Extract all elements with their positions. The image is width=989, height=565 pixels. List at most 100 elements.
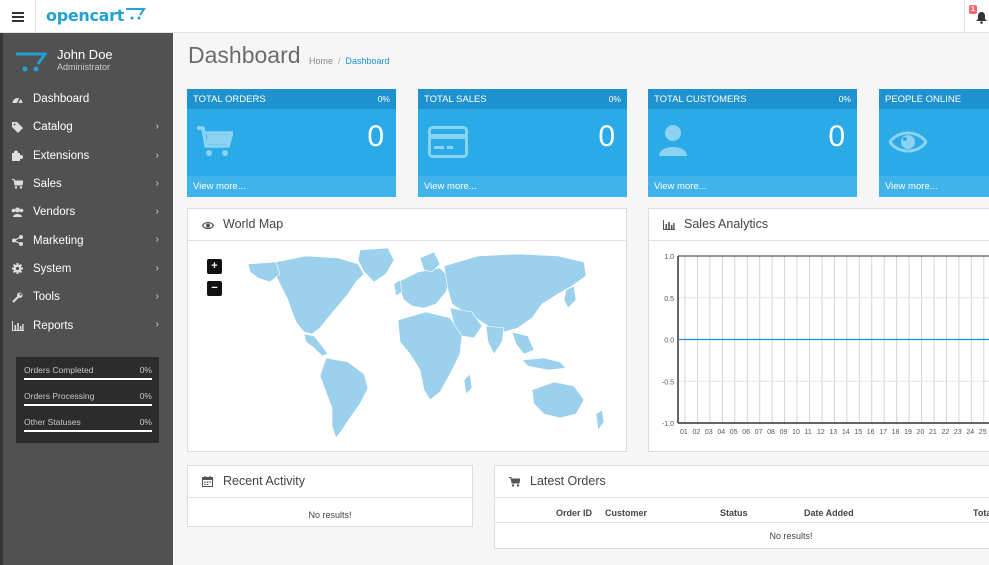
map-region-europe: [397, 267, 451, 309]
no-results-message: No results!: [769, 531, 813, 541]
column-header-order-id[interactable]: Order ID: [556, 508, 592, 518]
users-icon: [11, 207, 24, 218]
menu-label: Reports: [33, 319, 74, 332]
notifications-button[interactable]: 1: [964, 0, 989, 33]
tile-footer: View more...: [418, 176, 627, 197]
user-profile[interactable]: John Doe Administrator: [3, 33, 173, 85]
map-region-north-america: [275, 255, 365, 335]
puzzle-icon: [11, 150, 24, 162]
breadcrumb-home[interactable]: Home: [309, 56, 333, 66]
tile-heading: TOTAL ORDERS 0%: [187, 89, 396, 109]
map-region-new-zealand: [595, 409, 605, 431]
cog-icon: [11, 263, 24, 275]
tile-body: 0: [648, 109, 857, 176]
x-tick-label: 02: [692, 429, 700, 436]
tile-footer: View more...: [187, 176, 396, 197]
panel-title: World Map: [223, 217, 284, 231]
order-status-summary: Orders Completed 0% Orders Processing 0%…: [16, 357, 159, 443]
tile-body: 0: [418, 109, 627, 176]
map-region-alaska: [247, 261, 281, 283]
credit-card-icon: [428, 126, 468, 158]
chevron-right-icon: ›: [155, 319, 159, 331]
menu-label: Marketing: [33, 234, 84, 247]
main-menu: Dashboard Catalog › Extensions › Sales ›: [3, 85, 173, 340]
table-divider: [495, 522, 989, 523]
notification-badge: 1: [969, 5, 977, 14]
view-more-link[interactable]: View more...: [654, 181, 707, 192]
top-header: opencart 1: [0, 0, 989, 33]
x-tick-label: 25: [979, 429, 987, 436]
x-tick-label: 19: [904, 429, 912, 436]
tile-percent: 0%: [838, 94, 851, 104]
menu-item-sales[interactable]: Sales ›: [3, 170, 173, 198]
tile-value: 0: [828, 120, 845, 153]
view-more-link[interactable]: View more...: [885, 181, 938, 192]
x-tick-label: 13: [829, 429, 837, 436]
calendar-icon: [202, 476, 213, 487]
logo-cart-icon: [126, 8, 146, 20]
panel-heading: Sales Analytics: [649, 209, 989, 241]
panel-heading: World Map: [188, 209, 626, 241]
menu-item-catalog[interactable]: Catalog ›: [3, 113, 173, 141]
map-region-australia: [531, 381, 585, 419]
latest-orders-panel: Latest Orders Order ID Customer Status D…: [494, 465, 989, 549]
stat-label: Other Statuses: [24, 417, 81, 427]
tile-heading: PEOPLE ONLINE: [879, 89, 989, 109]
sales-analytics-panel: Sales Analytics 1.0 0.5 0.0 -0.5 -1.0 01 02 03 0…: [648, 208, 989, 452]
menu-item-dashboard[interactable]: Dashboard: [3, 85, 173, 113]
tile-percent: 0%: [608, 94, 621, 104]
progress-bar: [24, 404, 152, 406]
column-header-customer[interactable]: Customer: [605, 508, 647, 518]
panel-heading: Recent Activity: [188, 466, 472, 498]
view-more-link[interactable]: View more...: [193, 181, 246, 192]
logo-text: opencart: [46, 6, 125, 25]
menu-item-marketing[interactable]: Marketing ›: [3, 226, 173, 254]
column-header-status[interactable]: Status: [720, 508, 748, 518]
x-tick-label: 17: [879, 429, 887, 436]
world-map[interactable]: [188, 242, 628, 452]
bar-chart-icon: [663, 220, 675, 230]
menu-item-extensions[interactable]: Extensions ›: [3, 142, 173, 170]
menu-label: Dashboard: [33, 93, 90, 106]
column-header-total[interactable]: Total: [973, 508, 989, 518]
stat-percent: 0%: [139, 391, 152, 401]
x-tick-label: 09: [780, 429, 788, 436]
menu-item-reports[interactable]: Reports ›: [3, 311, 173, 339]
y-tick-label: 0.5: [664, 296, 674, 303]
x-tick-label: 07: [755, 429, 763, 436]
main-content: Dashboard Home / Dashboard TOTAL ORDERS 0%…: [173, 33, 989, 565]
map-region-greenland: [357, 247, 395, 283]
map-region-india: [485, 325, 505, 355]
panel-title: Recent Activity: [223, 474, 305, 488]
stat-label: Orders Processing: [24, 391, 95, 401]
menu-item-tools[interactable]: Tools ›: [3, 283, 173, 311]
column-header-date-added[interactable]: Date Added: [804, 508, 854, 518]
panel-title: Latest Orders: [530, 474, 606, 488]
tile-total-sales: TOTAL SALES 0% 0 View more...: [418, 89, 627, 197]
x-tick-label: 03: [705, 429, 713, 436]
cart-icon: [509, 477, 520, 487]
x-tick-label: 22: [941, 429, 949, 436]
chevron-right-icon: ›: [155, 234, 159, 246]
menu-item-vendors[interactable]: Vendors ›: [3, 198, 173, 226]
map-region-central-america: [303, 333, 329, 357]
x-tick-label: 21: [929, 429, 937, 436]
opencart-logo[interactable]: opencart: [46, 6, 146, 25]
x-tick-label: 06: [742, 429, 750, 436]
menu-item-system[interactable]: System ›: [3, 255, 173, 283]
stat-label: Orders Completed: [24, 365, 94, 375]
stat-other-statuses: Other Statuses 0%: [24, 413, 152, 439]
stat-percent: 0%: [139, 417, 152, 427]
breadcrumb-dashboard[interactable]: Dashboard: [346, 56, 390, 66]
menu-toggle-button[interactable]: [0, 0, 36, 33]
map-region-africa: [397, 311, 463, 401]
tile-percent: 0%: [377, 94, 390, 104]
menu-label: Catalog: [33, 121, 73, 134]
sidebar: John Doe Administrator Dashboard Catalog…: [0, 33, 173, 565]
shopping-cart-icon: [197, 126, 233, 156]
user-name: John Doe: [57, 47, 113, 62]
menu-label: Extensions: [33, 149, 90, 162]
x-tick-label: 14: [842, 429, 850, 436]
hamburger-icon: [11, 11, 24, 22]
view-more-link[interactable]: View more...: [424, 181, 477, 192]
